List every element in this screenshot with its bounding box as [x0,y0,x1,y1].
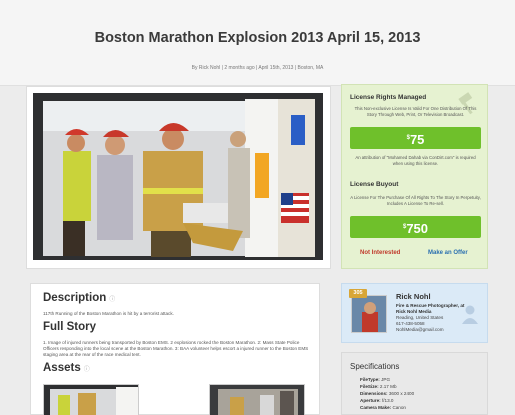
spec-value: Canon [392,405,406,410]
photo-frame [26,86,331,269]
photographer-email[interactable]: NohlMedia@gmail.com [396,327,444,333]
story-meta: By Rick Nohl | 2 months ago | April 15th… [191,65,324,71]
spec-label: Dimensions: [360,391,388,396]
specifications-heading: Specifications [350,362,400,371]
spec-row: Aperture: f/13.0 [360,398,393,403]
main-photo[interactable] [33,93,323,260]
photographer-title: Fire & Rescue Photographer, at [396,303,465,308]
make-offer-link[interactable]: Make an Offer [428,250,468,256]
spec-label: FileSize: [360,384,379,389]
avatar[interactable] [351,295,387,333]
spec-label: Camera Make: [360,405,392,410]
spec-label: FileType: [360,377,380,382]
photographer-card: 305 Rick Nohl Fire & Rescue Photographer… [341,283,488,343]
spec-value: 2.17 Mb [379,384,397,389]
page-title: Boston Marathon Explosion 2013 April 15,… [94,30,421,46]
page-header: Boston Marathon Explosion 2013 April 15,… [0,0,515,86]
spec-value: 3600 x 2400 [388,391,415,396]
spec-value: f/13.0 [381,398,394,403]
info-icon[interactable]: ⓘ [84,367,90,373]
full-story-heading: Full Story [43,321,97,333]
license-managed-heading: License Rights Managed [350,94,427,101]
spec-row: Camera Make: Canon [360,405,406,410]
license-buyout-heading: License Buyout [350,181,399,188]
rank-badge: 305 [349,289,367,298]
person-icon [462,305,478,324]
spec-value: JPG [381,377,391,382]
photographer-name[interactable]: Rick Nohl [396,292,431,301]
full-story-text: 1. Image of injured runners being transp… [43,340,309,357]
buy-buyout-license-button[interactable]: $750 [350,216,481,238]
not-interested-link[interactable]: Not Interested [360,250,400,256]
buy-managed-license-button[interactable]: $75 [350,127,481,149]
info-icon[interactable]: ⓘ [109,297,115,303]
photographer-location: Reading, United States [396,315,444,320]
spec-row: FileType: JPG [360,377,390,382]
description-text: 117th Running of the Boston Marathon is … [43,311,174,316]
license-managed-text: This Non-exclusive License Is Valid For … [354,106,477,117]
license-buyout-text: A License For The Purchase Of All Rights… [350,195,481,206]
description-card: Description ⓘ 117th Running of the Boston… [30,283,320,415]
spec-label: Aperture: [360,398,381,403]
specifications-panel: Specifications FileType: JPG FileSize: 2… [341,352,488,415]
spec-row: Dimensions: 3600 x 2400 [360,391,414,396]
attribution-text: An attribution of "Mohamed Dahab via Con… [355,155,476,166]
license-panel: License Rights Managed This Non-exclusiv… [341,84,488,269]
asset-thumbnail[interactable] [209,384,305,415]
buyout-price: 750 [406,221,429,236]
description-heading-text: Description [43,292,107,304]
description-heading: Description ⓘ [43,292,115,304]
assets-heading: Assets ⓘ [43,362,90,374]
asset-thumbnail[interactable] [43,384,139,415]
assets-heading-text: Assets [43,362,81,374]
managed-price: 75 [409,132,425,147]
spec-row: FileSize: 2.17 Mb [360,384,397,389]
photographer-phone: 617-438-5058 [396,321,425,326]
photographer-company[interactable]: Rick Nohl Media [396,309,431,315]
